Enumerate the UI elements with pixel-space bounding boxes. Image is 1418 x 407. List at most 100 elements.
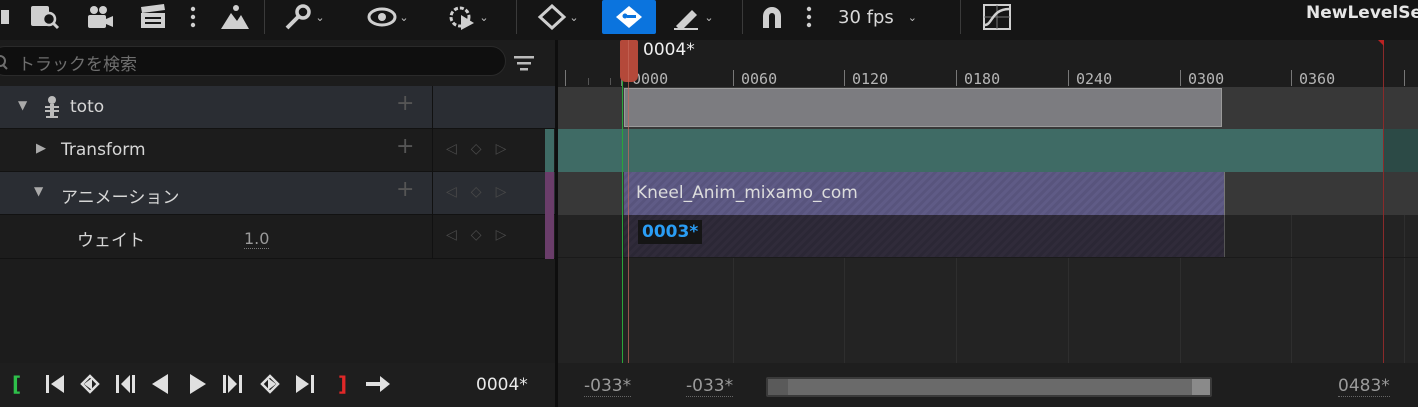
add-key-icon[interactable]: ◇: [471, 227, 482, 243]
working-start-field[interactable]: -033*: [686, 376, 734, 397]
key-navigation[interactable]: ◁ ◇ ▷: [446, 184, 506, 200]
add-track-button[interactable]: +: [396, 91, 414, 116]
set-end-icon[interactable]: ]: [338, 372, 347, 396]
add-key-icon[interactable]: ◇: [471, 184, 482, 200]
view-options-dropdown[interactable]: ⌄: [360, 0, 416, 34]
frame-rate-label: 30 fps: [838, 6, 894, 28]
add-key-icon[interactable]: ◇: [471, 141, 482, 157]
sequencer-toolbar: ⌄ ⌄ ⌄ ⌄ ⌄ 30 fps ⌄ NewLevelSeq: [0, 0, 1418, 40]
scrollbar-left-handle[interactable]: [768, 379, 788, 395]
render-movie-icon[interactable]: [136, 0, 170, 34]
tools-dropdown[interactable]: ⌄: [276, 0, 332, 34]
key-options-dropdown[interactable]: ⌄: [530, 0, 586, 34]
prev-key-icon[interactable]: ◁: [446, 184, 457, 200]
track-color-strip: [545, 215, 554, 259]
column-divider: [432, 86, 433, 129]
track-color-strip: [545, 129, 554, 172]
next-key-icon[interactable]: ▷: [496, 184, 507, 200]
next-key-icon[interactable]: ▷: [496, 141, 507, 157]
save-icon[interactable]: [0, 0, 12, 34]
set-start-icon[interactable]: [: [12, 372, 21, 396]
more-options-icon[interactable]: [186, 0, 200, 34]
ruler-tick-line: [565, 70, 566, 86]
chevron-down-icon: ⌄: [907, 10, 917, 24]
curve-editor-button[interactable]: [980, 0, 1014, 34]
snap-toggle[interactable]: [756, 0, 788, 34]
playhead-frame-label: 0004*: [643, 40, 695, 60]
frame-rate-dropdown[interactable]: 30 fps ⌄: [838, 0, 938, 34]
ruler-tick-label: 0360: [1299, 70, 1336, 88]
ruler-minor-tick: [610, 78, 611, 85]
ruler-tick-label: 0300: [1188, 70, 1225, 88]
magnet-icon: [763, 7, 781, 28]
add-key-button[interactable]: +: [396, 134, 414, 159]
current-frame-field[interactable]: 0004*: [476, 375, 528, 395]
add-animation-button[interactable]: +: [396, 177, 414, 202]
ruler-tick-line: [1180, 70, 1181, 86]
camera-icon[interactable]: [82, 0, 116, 34]
chevron-down-icon: ⌄: [479, 10, 489, 24]
step-forward-icon[interactable]: [220, 372, 246, 401]
key-diamond-icon: [538, 4, 567, 30]
toolbar-separator: [516, 0, 517, 34]
view-start-field[interactable]: -033*: [584, 376, 632, 397]
jump-to-start-icon[interactable]: [44, 372, 66, 401]
key-navigation[interactable]: ◁ ◇ ▷: [446, 141, 506, 157]
prev-key-icon[interactable]: ◁: [446, 227, 457, 243]
playback-options-dropdown[interactable]: ⌄: [440, 0, 496, 34]
scrollbar-right-handle[interactable]: [1192, 379, 1210, 395]
end-marker-icon: [1378, 40, 1384, 46]
transform-section-outside: [1383, 129, 1418, 172]
playback-start-line[interactable]: [622, 40, 623, 363]
next-key-icon[interactable]: [256, 372, 282, 401]
chevron-down-icon: ⌄: [399, 10, 409, 24]
search-placeholder: トラックを検索: [18, 55, 137, 75]
collapse-arrow-icon[interactable]: ▼: [34, 184, 43, 198]
edit-mode-dropdown[interactable]: ⌄: [664, 0, 722, 34]
toolbar-separator: [264, 0, 265, 34]
expand-arrow-icon[interactable]: ▶: [36, 141, 46, 156]
search-icon: [0, 54, 10, 74]
track-row-toto[interactable]: ▼ toto +: [0, 86, 555, 129]
pencil-icon: [674, 10, 699, 30]
collapse-arrow-icon[interactable]: ▼: [18, 98, 27, 112]
next-key-icon[interactable]: ▷: [496, 227, 507, 243]
key-navigation[interactable]: ◁ ◇ ▷: [446, 227, 506, 243]
snap-options-icon[interactable]: [802, 0, 816, 34]
actions-icon[interactable]: [216, 0, 252, 34]
track-row-transform[interactable]: ▶ Transform + ◁ ◇ ▷: [0, 129, 555, 172]
lane-divider: [558, 257, 1418, 258]
auto-key-toggle[interactable]: [602, 0, 656, 34]
step-back-icon[interactable]: [112, 372, 138, 401]
prev-key-icon[interactable]: ◁: [446, 141, 457, 157]
weight-value-field[interactable]: 1.0: [244, 229, 270, 249]
chevron-down-icon: ⌄: [569, 10, 579, 24]
filter-icon[interactable]: [512, 52, 536, 78]
column-divider: [432, 215, 433, 259]
view-end-field[interactable]: 0483*: [1338, 376, 1390, 397]
weight-clip-lane[interactable]: [624, 215, 1225, 257]
scrollbar-thumb[interactable]: [788, 379, 1192, 395]
browse-asset-icon[interactable]: [26, 0, 64, 34]
ruler-tick-line: [1291, 70, 1292, 86]
column-divider: [432, 172, 433, 215]
playback-end-line[interactable]: [1383, 40, 1384, 363]
wrench-icon: [285, 4, 312, 30]
track-row-weight[interactable]: ウェイト 1.0 ◁ ◇ ▷: [0, 215, 555, 259]
playhead-line: [628, 40, 629, 363]
prev-key-icon[interactable]: [78, 372, 104, 401]
transform-section-bar[interactable]: [558, 129, 1383, 172]
play-icon[interactable]: [186, 372, 210, 401]
playhead-handle[interactable]: [620, 40, 638, 82]
chevron-down-icon: ⌄: [315, 10, 325, 24]
jump-to-end-icon[interactable]: [294, 372, 316, 401]
loop-mode-icon[interactable]: [364, 372, 392, 401]
ruler-tick-line: [844, 70, 845, 86]
auto-key-icon: [616, 6, 642, 28]
play-reverse-icon[interactable]: [148, 372, 172, 401]
actor-section-bar[interactable]: [624, 88, 1222, 127]
track-row-animation[interactable]: ▼ アニメーション + ◁ ◇ ▷: [0, 172, 555, 215]
track-label: アニメーション: [61, 188, 180, 208]
ruler-tick-label: 0180: [964, 70, 1001, 88]
ruler-tick-line: [1404, 70, 1405, 86]
